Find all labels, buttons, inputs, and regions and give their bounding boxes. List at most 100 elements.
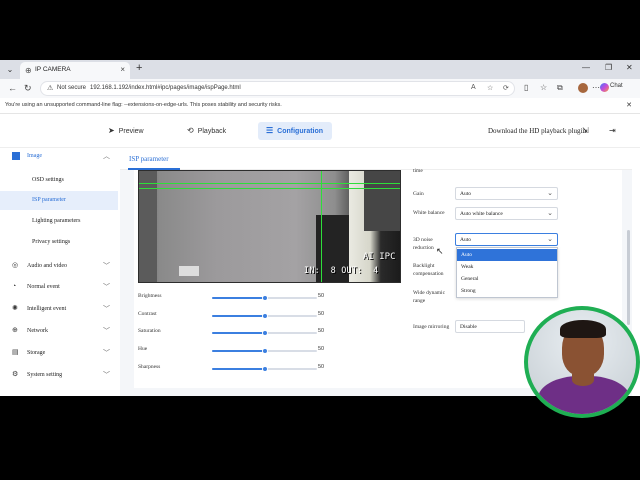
chevron-up-icon: ︿ xyxy=(103,153,110,160)
refresh-icon[interactable]: ↻ xyxy=(24,83,32,94)
noise-reduction-label: 3D noise reduction xyxy=(413,237,434,251)
slider-thumb[interactable] xyxy=(261,330,268,336)
split-screen-icon[interactable]: ▯ xyxy=(524,83,528,92)
gain-select[interactable]: Auto ⌄ xyxy=(455,187,558,200)
sidebar-item-storage[interactable]: ▤ Storage ﹀ xyxy=(0,345,118,363)
tab-ip-camera[interactable]: ⊕ IP CAMERA × xyxy=(20,62,130,79)
osd-label: AI IPC xyxy=(363,252,396,262)
chevron-down-icon: ﹀ xyxy=(103,306,110,313)
close-infobar-icon[interactable]: ✕ xyxy=(626,101,632,109)
warning-infobar: You're using an unsupported command-line… xyxy=(0,98,640,114)
sidebar-item-label: System setting xyxy=(27,372,63,378)
new-tab-icon[interactable]: + xyxy=(136,62,142,74)
presenter-hair xyxy=(560,320,606,338)
preview-button[interactable]: ➤ Preview xyxy=(100,122,152,140)
more-icon[interactable]: ⋯ xyxy=(592,83,600,92)
copilot-icon[interactable] xyxy=(600,83,609,92)
slider-thumb[interactable] xyxy=(261,313,268,319)
sidebar-item-osd-settings[interactable]: OSD settings xyxy=(0,171,118,190)
mirroring-label: Image mirroring xyxy=(413,324,450,330)
favorite-icon[interactable]: ☆ xyxy=(487,84,493,92)
slider-track[interactable] xyxy=(212,295,317,301)
audio-video-icon: ◎ xyxy=(12,262,19,269)
read-aloud-icon[interactable]: A xyxy=(471,84,476,91)
chevron-down-icon: ﹀ xyxy=(103,328,110,335)
storage-icon: ▤ xyxy=(12,349,19,356)
sidebar-item-isp-parameter[interactable]: ISP parameter xyxy=(0,191,118,210)
sidebar-item-system-setting[interactable]: ⚙ System setting ﹀ xyxy=(0,367,118,385)
chevron-down-icon: ⌄ xyxy=(547,190,553,197)
sidebar-item-label: Intelligent event xyxy=(27,306,67,312)
slider-thumb[interactable] xyxy=(261,366,268,372)
dropdown-option-strong[interactable]: Strong xyxy=(457,285,557,297)
preview-icon: ➤ xyxy=(108,126,115,135)
url-text[interactable]: 192.168.1.192/index.html#ipc/pages/image… xyxy=(90,85,241,91)
slider-label: Contrast xyxy=(138,311,157,317)
slider-value: 50 xyxy=(318,364,325,370)
url-field[interactable]: ⚠ Not secure 192.168.1.192/index.html#ip… xyxy=(40,81,515,96)
event-icon: ◔ xyxy=(12,283,17,290)
noise-reduction-select[interactable]: Auto ⌄ xyxy=(455,233,558,246)
back-icon[interactable]: ← xyxy=(8,83,17,93)
slider-thumb[interactable] xyxy=(261,295,268,301)
sidebar-item-image[interactable]: Image ︿ xyxy=(0,148,118,166)
chevron-down-icon: ⌄ xyxy=(547,236,553,243)
download-icon[interactable]: ⇲ xyxy=(582,126,589,135)
tab-actions-icon[interactable]: ⌄ xyxy=(3,63,17,76)
dropdown-option-general[interactable]: General xyxy=(457,273,557,285)
playback-label: Playback xyxy=(197,128,227,135)
slider-track[interactable] xyxy=(212,330,317,336)
close-window-icon[interactable]: ✕ xyxy=(626,63,633,72)
wdr-label: Wide dynamic range xyxy=(413,290,446,304)
minimize-icon[interactable]: — xyxy=(582,63,590,72)
noise-reduction-dropdown: Auto Weak General Strong xyxy=(456,247,558,298)
profile-avatar[interactable] xyxy=(578,83,588,93)
mirroring-value: Disable xyxy=(460,324,477,330)
gear-icon: ⚙ xyxy=(12,371,19,378)
sidebar-item-label: OSD settings xyxy=(32,177,64,183)
sidebar-item-label: Lighting parameters xyxy=(32,218,81,224)
download-plugin-link[interactable]: Download the HD playback plugin xyxy=(488,127,586,135)
exposure-time-label: time xyxy=(413,168,423,174)
extensions-icon[interactable]: ⟳ xyxy=(503,84,509,92)
playback-button[interactable]: ⟲ Playback xyxy=(179,122,234,140)
osd-counter: IN: 8 OUT: 4 xyxy=(304,266,379,276)
app-top-nav: ➤ Preview ⟲ Playback ☰ Configuration Downlo… xyxy=(0,114,640,148)
restore-icon[interactable]: ❐ xyxy=(605,63,612,72)
chat-button[interactable]: Chat xyxy=(610,83,623,89)
content-scrollbar[interactable] xyxy=(627,230,630,325)
slider-sharpness: Sharpness 50 xyxy=(138,364,338,374)
configuration-label: Configuration xyxy=(277,128,324,135)
slider-track[interactable] xyxy=(212,366,317,372)
close-tab-icon[interactable]: × xyxy=(120,65,125,74)
slider-track[interactable] xyxy=(212,348,317,354)
sidebar-item-lighting-parameters[interactable]: Lighting parameters xyxy=(0,212,118,231)
dropdown-option-auto[interactable]: Auto xyxy=(457,249,557,261)
mirroring-select[interactable]: Disable xyxy=(455,320,525,333)
slider-fill xyxy=(212,368,265,370)
sidebar-item-intelligent-event[interactable]: ✺ Intelligent event ﹀ xyxy=(0,301,118,319)
favorites-icon[interactable]: ☆ xyxy=(540,83,547,92)
chevron-down-icon: ﹀ xyxy=(103,350,110,357)
sidebar-item-audio-video[interactable]: ◎ Audio and video ﹀ xyxy=(0,258,118,276)
security-status[interactable]: Not secure xyxy=(57,85,86,91)
chevron-down-icon: ⌄ xyxy=(547,210,553,217)
white-balance-select[interactable]: Auto white balance ⌄ xyxy=(455,207,558,220)
collections-icon[interactable]: ⧉ xyxy=(557,83,563,93)
sidebar-item-privacy-settings[interactable]: Privacy settings xyxy=(0,233,118,252)
configuration-button[interactable]: ☰ Configuration xyxy=(258,122,332,140)
sidebar: Image ︿ OSD settings ISP parameter Light… xyxy=(0,148,118,396)
chevron-down-icon: ﹀ xyxy=(103,372,110,379)
sidebar-item-label: Audio and video xyxy=(27,263,67,269)
logout-icon[interactable]: ⇥ xyxy=(609,126,616,135)
webcam-overlay xyxy=(524,306,640,418)
sidebar-item-normal-event[interactable]: ◔ Normal event ﹀ xyxy=(0,279,118,297)
slider-thumb[interactable] xyxy=(261,348,268,354)
tab-strip: ⌄ ⊕ IP CAMERA × + — ❐ ✕ xyxy=(0,60,640,79)
chevron-down-icon: ﹀ xyxy=(103,263,110,270)
window-dark xyxy=(364,171,400,231)
sidebar-item-network[interactable]: ⊕ Network ﹀ xyxy=(0,323,118,341)
dropdown-option-weak[interactable]: Weak xyxy=(457,261,557,273)
detection-line-top xyxy=(139,183,400,184)
slider-track[interactable] xyxy=(212,313,317,319)
